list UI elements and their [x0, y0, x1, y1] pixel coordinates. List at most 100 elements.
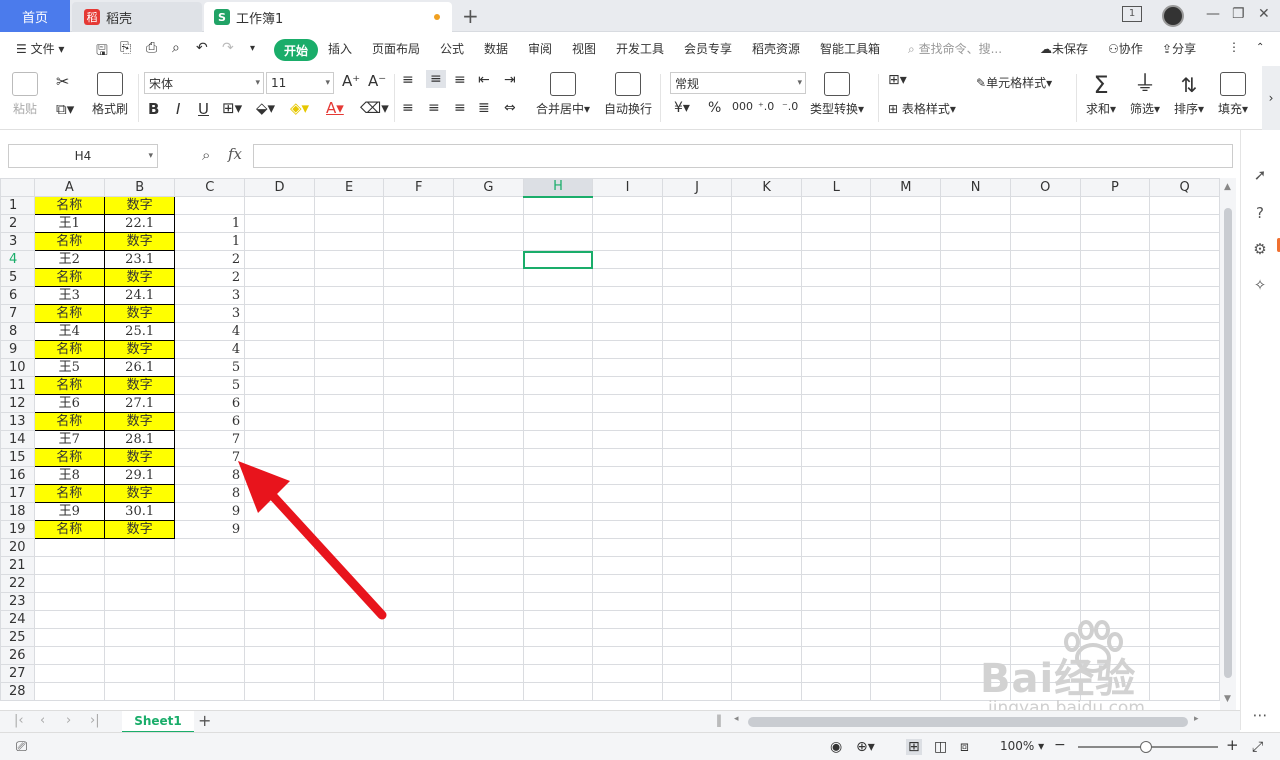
cell[interactable] — [731, 484, 802, 503]
column-header[interactable]: E — [313, 178, 385, 197]
command-search[interactable]: ⌕ 查找命令、搜... — [908, 40, 1002, 57]
cell[interactable] — [800, 268, 872, 287]
cell[interactable] — [174, 682, 246, 701]
cell[interactable] — [174, 646, 246, 665]
cell[interactable] — [870, 268, 942, 287]
cell[interactable] — [453, 214, 524, 233]
cell[interactable] — [800, 682, 872, 701]
cell[interactable] — [1149, 664, 1220, 683]
cell[interactable] — [940, 538, 1011, 557]
cell[interactable] — [731, 502, 802, 521]
sum-button[interactable]: Σ 求和▾ — [1086, 72, 1116, 117]
row-header[interactable]: 11 — [0, 376, 35, 395]
fill-button[interactable]: 填充▾ — [1218, 72, 1248, 117]
cell[interactable]: 24.1 — [103, 286, 176, 305]
cell[interactable] — [731, 592, 802, 611]
cell[interactable] — [453, 376, 524, 395]
cell[interactable] — [1009, 628, 1081, 647]
cell[interactable] — [1009, 448, 1081, 467]
cell[interactable] — [1079, 502, 1151, 521]
ai-assistant-icon[interactable]: ✧ — [1251, 276, 1269, 294]
row-header[interactable]: 1 — [0, 196, 35, 215]
cell[interactable] — [33, 556, 105, 575]
cell[interactable] — [592, 340, 663, 359]
cell[interactable] — [661, 628, 733, 647]
cell[interactable] — [1149, 322, 1220, 341]
cell[interactable] — [940, 358, 1011, 377]
cell[interactable] — [731, 250, 802, 269]
cell[interactable]: 王8 — [33, 466, 105, 485]
cell[interactable] — [1009, 430, 1081, 449]
cell[interactable] — [800, 556, 872, 575]
cell[interactable]: 王2 — [33, 250, 105, 269]
column-header[interactable]: D — [244, 178, 315, 197]
fx-icon[interactable]: fx — [228, 145, 242, 163]
cell[interactable] — [33, 610, 105, 629]
cell[interactable]: 4 — [174, 322, 246, 341]
fill-color-icon[interactable]: ◈▾ — [290, 99, 309, 117]
cell[interactable] — [800, 286, 872, 305]
redo-icon[interactable]: ↷ — [222, 40, 234, 56]
cell[interactable] — [661, 574, 733, 593]
row-header[interactable]: 8 — [0, 322, 35, 341]
cell[interactable] — [453, 610, 524, 629]
cell[interactable] — [1009, 664, 1081, 683]
cell[interactable] — [592, 520, 663, 539]
cell[interactable] — [1079, 574, 1151, 593]
row-header[interactable]: 19 — [0, 520, 35, 539]
cell[interactable] — [870, 412, 942, 431]
cell[interactable] — [592, 502, 663, 521]
cell[interactable] — [1149, 430, 1220, 449]
cell[interactable] — [870, 304, 942, 323]
row-header[interactable]: 20 — [0, 538, 35, 557]
indent-increase-icon[interactable]: ⇥ — [504, 72, 516, 88]
cell[interactable] — [1079, 448, 1151, 467]
cell[interactable]: 名称 — [33, 448, 105, 467]
font-family-select[interactable]: 宋体 — [144, 72, 264, 94]
row-header[interactable]: 14 — [0, 430, 35, 449]
cell[interactable] — [731, 412, 802, 431]
cell[interactable] — [1009, 592, 1081, 611]
normal-view-icon[interactable]: ⊞ — [906, 739, 922, 755]
cell[interactable] — [1079, 592, 1151, 611]
cell[interactable] — [661, 682, 733, 701]
cell[interactable]: 23.1 — [103, 250, 176, 269]
collaborate-button[interactable]: ⚇协作 — [1108, 40, 1143, 57]
cell[interactable] — [592, 286, 663, 305]
cell[interactable] — [1009, 484, 1081, 503]
cell[interactable] — [731, 664, 802, 683]
row-header[interactable]: 5 — [0, 268, 35, 287]
cell[interactable]: 7 — [174, 430, 246, 449]
macro-record-icon[interactable]: ⎚ — [16, 739, 27, 755]
help-icon[interactable]: ? — [1251, 204, 1269, 222]
cell[interactable] — [940, 214, 1011, 233]
cell[interactable] — [1149, 592, 1220, 611]
cell[interactable] — [522, 358, 594, 377]
cell[interactable] — [1009, 412, 1081, 431]
cell[interactable] — [1149, 628, 1220, 647]
cell[interactable] — [800, 412, 872, 431]
last-sheet-icon[interactable]: ›| — [90, 713, 100, 728]
cell[interactable] — [592, 592, 663, 611]
cell[interactable] — [661, 250, 733, 269]
cell[interactable] — [592, 466, 663, 485]
scroll-left-icon[interactable]: ◂ — [734, 714, 739, 724]
cell[interactable]: 名称 — [33, 412, 105, 431]
cell[interactable] — [800, 628, 872, 647]
column-header[interactable]: N — [940, 178, 1011, 197]
cell[interactable] — [1079, 610, 1151, 629]
cell[interactable] — [661, 466, 733, 485]
cell[interactable] — [731, 376, 802, 395]
cell[interactable] — [1079, 214, 1151, 233]
column-header[interactable]: C — [174, 178, 246, 197]
cell[interactable] — [1079, 394, 1151, 413]
sort-button[interactable]: ⇅ 排序▾ — [1174, 72, 1204, 117]
cell[interactable]: 26.1 — [103, 358, 176, 377]
cell[interactable] — [174, 196, 246, 215]
cell[interactable] — [453, 646, 524, 665]
cell[interactable]: 名称 — [33, 196, 105, 215]
cell[interactable] — [940, 448, 1011, 467]
cell[interactable] — [383, 376, 455, 395]
cell[interactable] — [453, 502, 524, 521]
cell[interactable] — [870, 214, 942, 233]
